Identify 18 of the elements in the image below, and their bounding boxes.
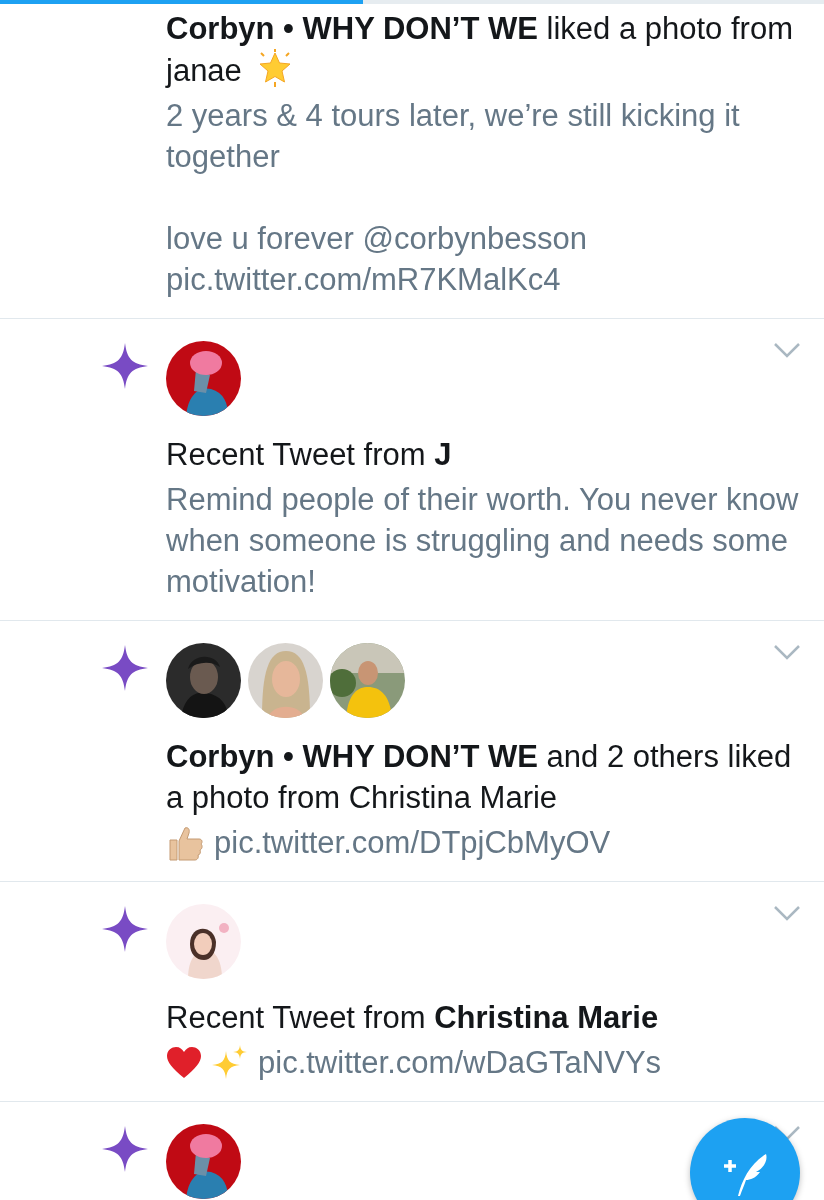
tweet-link[interactable]: pic.twitter.com/wDaGTaNVYs: [258, 1042, 662, 1083]
notification-title: Corbyn • WHY DON’T WE and 2 others liked a photo from Christina Marie: [166, 738, 793, 817]
tweet-text: love u forever @corbynbesson pic.twitter.com/mR7KMalKc4: [166, 220, 588, 299]
notification-title: Corbyn • WHY DON’T WE liked a photo from janae: [166, 10, 794, 90]
notification-title: Recent Tweet from Christina Marie: [166, 999, 660, 1037]
tweet-text: 2 years & 4 tours later, we’re still kicking it together: [166, 97, 741, 176]
chevron-down-icon[interactable]: [774, 906, 800, 921]
compose-button[interactable]: [690, 1118, 800, 1200]
chevron-down-icon[interactable]: [774, 343, 800, 358]
sparkle-icon: [102, 1126, 148, 1172]
heart-icon: [166, 1045, 202, 1080]
sparkle-icon: [102, 645, 148, 691]
sparkle-icon: [102, 906, 148, 952]
tweet-link[interactable]: pic.twitter.com/DTpjCbMyOV: [214, 822, 611, 863]
chevron-down-icon[interactable]: [774, 645, 800, 660]
notification-title: Recent Tweet from J: [166, 436, 453, 474]
tweet-text: Remind people of their worth. You never know when someone is struggling and needs some motivation!: [166, 481, 800, 601]
sparkle-icon: [102, 343, 148, 389]
